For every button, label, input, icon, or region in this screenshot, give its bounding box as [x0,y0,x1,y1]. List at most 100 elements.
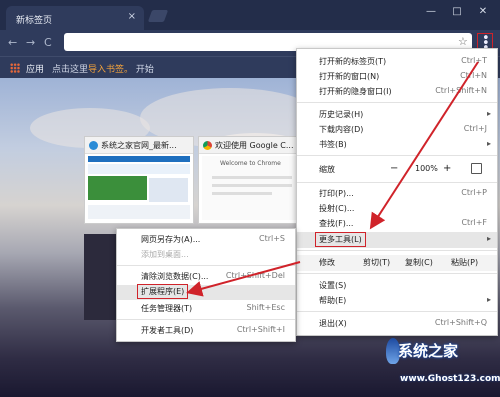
menu-item-help[interactable]: 帮助(E) ▸ [297,294,497,308]
menu-label: 扩展程序(E) [136,284,189,299]
tile-title: 系统之家官网_最新... [101,141,177,150]
welcome-text: Welcome to Chrome [220,160,281,167]
cut-button[interactable]: 剪切(T) [363,257,390,268]
menu-item-new-incognito[interactable]: 打开新的隐身窗口(I) Ctrl+Shift+N [297,85,497,99]
tile-header: 系统之家官网_最新... [85,137,193,154]
menu-item-exit[interactable]: 退出(X) Ctrl+Shift+Q [297,317,497,331]
menu-item-add-to-desktop: 添加到桌面... [117,248,295,262]
menu-item-edit: 修改 剪切(T) 复制(C) 粘贴(P) [297,255,497,271]
tile-preview: Welcome to Chrome [202,156,304,220]
tile-title: 欢迎使用 Google C... [215,141,294,150]
menu-label: 网页另存为(A)... [141,235,201,244]
menu-shortcut: Ctrl+F [461,218,487,227]
menu-label: 历史记录(H) [319,110,364,119]
menu-divider [117,265,295,266]
menu-label: 书签(B) [319,140,347,149]
menu-shortcut: Ctrl+S [258,234,285,243]
tab-close-icon[interactable]: × [128,11,136,22]
zoom-level: 100% [415,164,438,173]
menu-label: 缩放 [319,165,335,174]
menu-item-more-tools[interactable]: 更多工具(L) ▸ [297,232,497,248]
back-arrow-icon[interactable]: ← [8,36,17,49]
menu-item-print[interactable]: 打印(P)... Ctrl+P [297,187,497,201]
menu-item-clear-data[interactable]: 清除浏览数据(C)... Ctrl+Shift+Del [117,270,295,284]
tile-header: 欢迎使用 Google C... [199,137,307,154]
menu-item-dev-tools[interactable]: 开发者工具(D) Ctrl+Shift+I [117,324,295,338]
menu-label: 清除浏览数据(C)... [141,272,209,281]
menu-label: 打开新的标签页(T) [319,57,387,66]
menu-item-find[interactable]: 查找(F)... Ctrl+F [297,217,497,231]
tile-preview [88,156,190,220]
menu-shortcut: Ctrl+J [463,124,487,133]
menu-item-task-manager[interactable]: 任务管理器(T) Shift+Esc [117,302,295,316]
menu-divider [117,319,295,320]
menu-item-settings[interactable]: 设置(S) [297,279,497,293]
forward-arrow-icon[interactable]: → [26,36,35,49]
chrome-logo-icon [203,141,212,150]
menu-item-new-window[interactable]: 打开新的窗口(N) Ctrl+N [297,70,497,84]
menu-label: 打开新的隐身窗口(I) [319,87,392,96]
menu-divider [297,182,497,183]
menu-label: 下载内容(D) [319,125,364,134]
import-prefix: 点击这里 [52,65,89,75]
menu-item-zoom: 缩放 − 100% + [297,163,497,177]
menu-item-bookmarks[interactable]: 书签(B) ▸ [297,138,497,152]
menu-label: 任务管理器(T) [141,304,193,313]
menu-divider [297,273,497,274]
chrome-main-menu: 打开新的标签页(T) Ctrl+T 打开新的窗口(N) Ctrl+N 打开新的隐… [296,48,498,336]
copy-button[interactable]: 复制(C) [405,257,433,268]
menu-item-history[interactable]: 历史记录(H) ▸ [297,108,497,122]
most-visited-tile[interactable]: 系统之家官网_最新... [84,136,194,224]
close-window-button[interactable]: ✕ [472,4,494,20]
import-bookmarks-link[interactable]: 导入书签。 [88,65,133,75]
import-bookmarks-text: 点击这里导入书签。 开始 [52,62,154,75]
watermark-logo-text: 系统之家 [398,342,459,360]
more-tools-submenu: 网页另存为(A)... Ctrl+S 添加到桌面... 清除浏览数据(C)...… [116,228,296,342]
import-suffix: 开始 [133,65,154,75]
menu-label: 投射(C)... [319,204,355,213]
tab-title: 新标签页 [16,16,53,26]
menu-item-new-tab[interactable]: 打开新的标签页(T) Ctrl+T [297,55,497,69]
menu-label: 打印(P)... [319,189,354,198]
menu-shortcut: Ctrl+Shift+I [236,325,285,334]
menu-item-cast[interactable]: 投射(C)... [297,202,497,216]
menu-shortcut: Ctrl+Shift+Del [225,271,285,280]
menu-label: 添加到桌面... [141,250,189,259]
bookmark-star-icon[interactable]: ☆ [458,35,468,48]
watermark-url: www.Ghost123.com [400,374,500,384]
menu-shortcut: Ctrl+P [461,188,487,197]
menu-divider [297,102,497,103]
title-bar: 新标签页 × — □ ✕ [0,0,500,30]
new-tab-button[interactable] [147,10,169,22]
browser-window: 新标签页 × — □ ✕ ← → C ☆ ••• 应用 点击这里导入书签。 开始 [0,0,500,397]
menu-label: 更多工具(L) [315,232,366,247]
site-watermark: 系统之家 www.Ghost123.com [386,338,500,394]
menu-item-save-page[interactable]: 网页另存为(A)... Ctrl+S [117,233,295,247]
maximize-button[interactable]: □ [446,4,468,20]
apps-label[interactable]: 应用 [26,62,44,75]
reload-icon[interactable]: C [44,36,52,49]
menu-label: 退出(X) [319,319,347,328]
menu-item-extensions[interactable]: 扩展程序(E) [117,284,295,300]
paste-button[interactable]: 粘贴(P) [451,257,478,268]
zoom-out-button[interactable]: − [390,163,398,174]
tab-new-tab[interactable]: 新标签页 × [6,6,144,30]
submenu-arrow-icon: ▸ [486,139,491,148]
menu-label: 打开新的窗口(N) [319,72,380,81]
menu-shortcut: Ctrl+N [460,71,487,80]
menu-divider [297,250,497,251]
menu-item-downloads[interactable]: 下载内容(D) Ctrl+J [297,123,497,137]
menu-shortcut: Ctrl+Shift+N [435,86,487,95]
menu-label: 修改 [319,258,335,267]
most-visited-tile[interactable]: 欢迎使用 Google C... Welcome to Chrome [198,136,308,224]
site-favicon-icon [89,141,98,150]
submenu-arrow-icon: ▸ [486,295,491,304]
minimize-button[interactable]: — [420,4,442,20]
menu-label: 开发者工具(D) [141,326,194,335]
apps-grid-icon[interactable] [10,63,20,73]
menu-shortcut: Shift+Esc [246,303,285,312]
zoom-in-button[interactable]: + [443,163,451,174]
menu-shortcut: Ctrl+Shift+Q [434,318,487,327]
fullscreen-icon[interactable] [471,163,482,174]
menu-label: 帮助(E) [319,296,347,305]
